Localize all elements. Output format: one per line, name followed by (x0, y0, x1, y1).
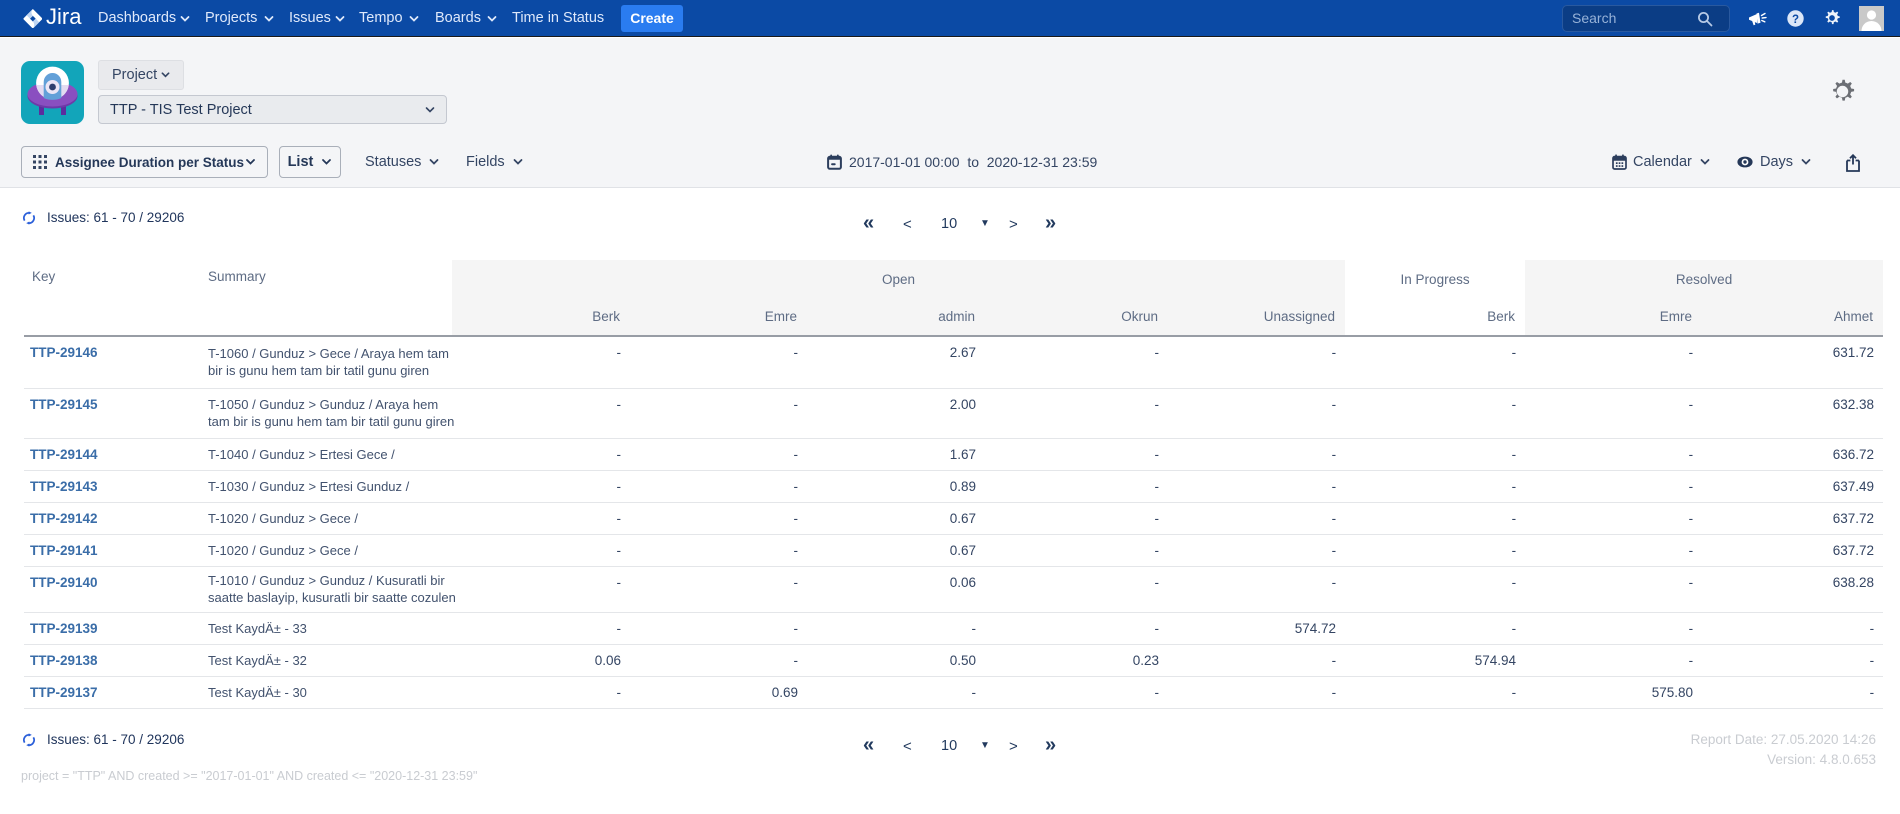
svg-text:?: ? (1792, 14, 1799, 26)
